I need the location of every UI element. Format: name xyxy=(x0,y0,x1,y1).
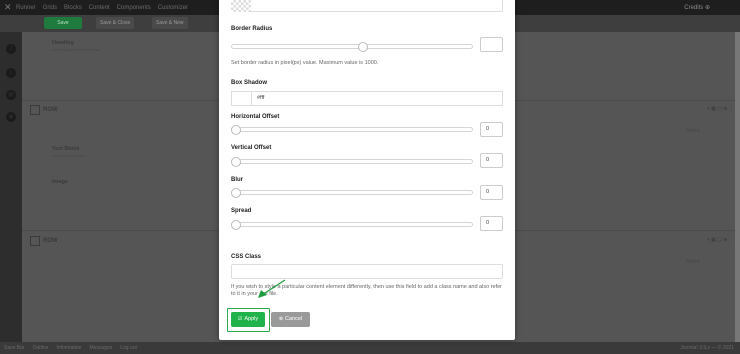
horizontal-offset-input[interactable]: 0 xyxy=(480,122,503,137)
slider-handle[interactable] xyxy=(231,220,241,230)
left-sidebar: J ≡ ▦ ◉ xyxy=(0,32,22,342)
status-version: Joomla! 3.9.x — © 2021 xyxy=(680,345,734,351)
credits-link[interactable]: Credits ⊕ xyxy=(684,4,710,11)
status-item[interactable]: Log out xyxy=(120,345,137,351)
row-label: ROW xyxy=(43,238,58,244)
row-label: ROW xyxy=(43,107,58,113)
status-item[interactable]: Messages xyxy=(89,345,112,351)
annotation-arrow-icon xyxy=(258,279,286,298)
main-nav: Runner Grids Blocks Content Components C… xyxy=(16,5,195,11)
blur-label: Blur xyxy=(231,177,243,183)
vertical-offset-input[interactable]: 0 xyxy=(480,153,503,168)
status-bar: Save Bar Outline Information Messages Lo… xyxy=(0,342,740,354)
border-radius-input[interactable] xyxy=(480,37,503,52)
cancel-button[interactable]: ⊗ Cancel xyxy=(271,312,310,327)
slider-handle[interactable] xyxy=(231,125,241,135)
page-scrollbar[interactable] xyxy=(735,32,740,342)
text-block-subtitle: Lorem ipsum dolor xyxy=(52,153,86,158)
vertical-offset-slider[interactable] xyxy=(231,157,473,167)
row-handle-icon[interactable] xyxy=(30,105,40,115)
status-item[interactable]: Save Bar xyxy=(4,345,25,351)
vertical-offset-label: Vertical Offset xyxy=(231,145,272,151)
addon-label: Addon xyxy=(686,128,701,134)
color-swatch[interactable] xyxy=(231,91,251,106)
row-tools[interactable]: + ▦ ▢ ⊕ ⋮ xyxy=(707,237,734,243)
joomla-icon[interactable]: J xyxy=(6,44,16,54)
blur-input[interactable]: 0 xyxy=(480,185,503,200)
row-header[interactable]: ROW xyxy=(30,235,58,247)
save-button[interactable]: Save xyxy=(44,17,82,29)
text-block-title: Text Block xyxy=(52,146,80,152)
row-handle-icon[interactable] xyxy=(30,236,40,246)
border-radius-label: Border Radius xyxy=(231,26,273,32)
row-header[interactable]: ROW xyxy=(30,104,58,116)
addon-label: Addon xyxy=(686,259,701,265)
heading-block-title: Heading xyxy=(52,40,74,46)
css-class-input[interactable] xyxy=(231,264,503,279)
apply-button-label: Apply xyxy=(244,316,259,322)
addon-settings-modal: Border Radius Set border radius in pixel… xyxy=(219,0,515,340)
nav-item[interactable]: Components xyxy=(117,5,151,11)
nav-item[interactable]: Blocks xyxy=(64,5,82,11)
nav-item[interactable]: Runner xyxy=(16,5,36,11)
globe-icon[interactable]: ◉ xyxy=(6,112,16,122)
border-radius-help: Set border radius in pixel(px) value. Ma… xyxy=(231,60,379,66)
css-class-label: CSS Class xyxy=(231,254,262,260)
nav-item[interactable]: Grids xyxy=(43,5,57,11)
apply-button[interactable]: ☑ Apply xyxy=(231,312,265,327)
save-new-button[interactable]: Save & New xyxy=(152,17,188,29)
nav-item[interactable]: Customizer xyxy=(158,5,188,11)
nav-item[interactable]: Content xyxy=(89,5,110,11)
slider-handle[interactable] xyxy=(358,42,368,52)
joomla-logo-icon: ✕ xyxy=(4,2,12,12)
box-shadow-label: Box Shadow xyxy=(231,80,268,86)
status-item[interactable]: Information xyxy=(56,345,81,351)
layers-icon[interactable]: ≡ xyxy=(6,68,16,78)
heading-block-subtitle: Lorem ipsum dolor sit amet xyxy=(52,47,101,52)
slider-handle[interactable] xyxy=(231,188,241,198)
row-tools[interactable]: + ▦ ▢ ⊕ ⋮ xyxy=(707,106,734,112)
image-block-title: Image xyxy=(52,179,68,185)
horizontal-offset-label: Horizontal Offset xyxy=(231,114,280,120)
horizontal-offset-slider[interactable] xyxy=(231,125,473,135)
blur-slider[interactable] xyxy=(231,188,473,198)
cancel-button-label: Cancel xyxy=(285,316,303,322)
border-radius-slider[interactable] xyxy=(231,42,473,52)
transparent-swatch xyxy=(231,0,251,12)
background-image-field[interactable] xyxy=(231,0,503,12)
close-circle-icon: ⊗ xyxy=(278,316,284,322)
check-square-icon: ☑ xyxy=(237,316,243,322)
calendar-icon[interactable]: ▦ xyxy=(6,90,16,100)
spread-label: Spread xyxy=(231,208,252,214)
box-shadow-input[interactable]: #fff xyxy=(251,91,503,106)
slider-handle[interactable] xyxy=(231,157,241,167)
spread-input[interactable]: 0 xyxy=(480,216,503,231)
status-item[interactable]: Outline xyxy=(33,345,49,351)
save-close-button[interactable]: Save & Close xyxy=(96,17,135,29)
spread-slider[interactable] xyxy=(231,220,473,230)
